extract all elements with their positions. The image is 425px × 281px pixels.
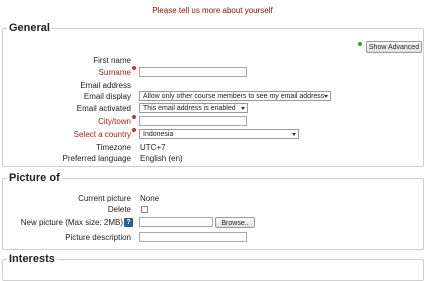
help-icon[interactable]: ? [124, 218, 133, 227]
header-message: Please tell us more about yourself [152, 6, 273, 15]
new-picture-label: New picture (Max size: 2MB) [20, 218, 123, 227]
preferred-language-row: Preferred language English (en) [3, 153, 423, 165]
chevron-down-icon [241, 107, 245, 110]
country-select[interactable]: Indonesia [139, 129, 299, 139]
delete-row: Delete [3, 204, 423, 216]
interests-fieldset: Interests [2, 253, 424, 281]
email-activated-select[interactable]: This email address is enabled [139, 103, 248, 113]
preferred-language-value: English (en) [140, 154, 183, 163]
country-label: Select a country [73, 130, 131, 139]
general-fieldset: General Show Advanced First name Surname… [2, 22, 424, 167]
city-input[interactable] [139, 116, 247, 126]
required-icon [132, 115, 136, 119]
city-row: City/town [3, 115, 423, 128]
required-icon [132, 66, 136, 70]
current-picture-label: Current picture [78, 194, 131, 203]
surname-row: Surname [3, 66, 423, 79]
new-picture-row: New picture (Max size: 2MB) ? Browse.. [3, 217, 423, 229]
surname-input[interactable] [139, 67, 247, 77]
country-row: Select a country Indonesia [3, 128, 423, 141]
email-display-selected: Allow only other course members to see m… [143, 93, 325, 100]
required-icon [132, 128, 136, 132]
current-picture-value: None [140, 194, 160, 203]
picture-fieldset: Picture of Current picture None Delete N… [2, 172, 424, 250]
browse-button[interactable]: Browse.. [215, 217, 255, 228]
country-selected: Indonesia [143, 131, 174, 138]
green-dot-icon [358, 42, 362, 46]
surname-label: Surname [98, 68, 131, 77]
picture-legend: Picture of [7, 172, 62, 184]
new-picture-file-input[interactable] [139, 217, 213, 227]
email-address-label: Email address [80, 81, 131, 90]
email-display-row: Email display Allow only other course me… [3, 91, 423, 103]
timezone-label: Timezone [96, 143, 131, 152]
chevron-down-icon [292, 133, 296, 136]
email-display-select[interactable]: Allow only other course members to see m… [139, 91, 331, 101]
email-activated-selected: This email address is enabled [143, 105, 236, 112]
general-legend: General [7, 22, 52, 34]
picture-description-row: Picture description [3, 232, 423, 244]
timezone-value: UTC+7 [140, 143, 166, 152]
delete-checkbox[interactable] [141, 206, 148, 213]
city-label: City/town [98, 117, 131, 126]
picture-description-input[interactable] [139, 232, 247, 242]
delete-label: Delete [107, 205, 131, 214]
email-display-label: Email display [83, 92, 131, 101]
preferred-language-label: Preferred language [62, 154, 132, 163]
first-name-row: First name [3, 55, 423, 67]
email-activated-row: Email activated This email address is en… [3, 103, 423, 115]
chevron-down-icon [324, 95, 328, 98]
email-activated-label: Email activated [76, 104, 131, 113]
first-name-label: First name [93, 56, 131, 65]
show-advanced-button[interactable]: Show Advanced [366, 41, 422, 53]
picture-description-label: Picture description [65, 233, 131, 242]
interests-legend: Interests [7, 253, 57, 265]
